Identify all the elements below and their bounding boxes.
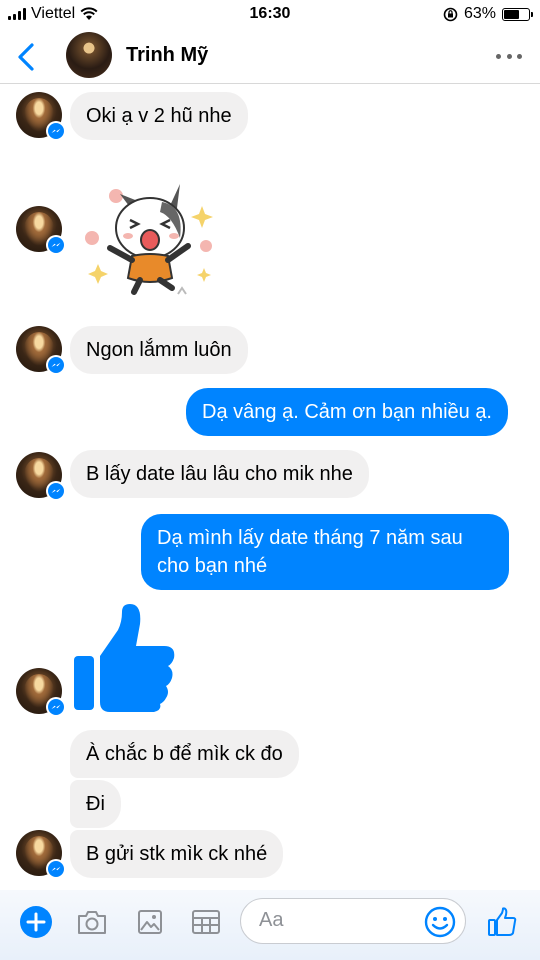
camera-button[interactable] [74,904,110,940]
outgoing-message[interactable]: Dạ mình lấy date tháng 7 năm sau cho bạn… [141,514,509,590]
status-bar: Viettel 16:30 63% [0,0,540,30]
conversation-header: Trinh Mỹ [0,30,540,84]
thumbs-up-icon [488,907,517,936]
sender-avatar[interactable] [16,326,66,375]
messenger-badge-icon [46,355,66,375]
image-icon [138,910,162,934]
chevron-left-icon [18,43,34,71]
emoji-button[interactable] [423,905,457,939]
battery-icon [502,7,533,21]
plus-icon [20,906,52,938]
back-button[interactable] [12,40,42,74]
orientation-lock-icon [443,7,458,21]
gallery-button[interactable] [132,904,168,940]
messenger-badge-icon [46,235,66,255]
messenger-badge-icon [46,697,66,717]
more-options-button[interactable] [496,50,522,62]
grid-icon [192,910,220,934]
contact-name[interactable]: Trinh Mỹ [126,44,208,67]
more-composer-button[interactable] [188,904,224,940]
messenger-badge-icon [46,859,66,879]
messenger-badge-icon [46,481,66,501]
sender-avatar[interactable] [16,92,66,141]
dot-icon [517,53,522,59]
dot-icon [506,53,512,59]
outgoing-message[interactable]: Dạ vâng ạ. Cảm ơn bạn nhiều ạ. [186,388,508,436]
status-right: 63% [443,5,533,23]
incoming-message[interactable]: Đi [70,780,121,828]
camera-icon [78,911,106,934]
sender-avatar[interactable] [16,830,66,879]
battery-percent: 63% [463,5,496,22]
add-button[interactable] [18,904,54,940]
message-input-box[interactable] [240,898,466,944]
incoming-message[interactable]: B gửi stk mìk ck nhé [70,830,284,878]
message-input[interactable] [259,909,409,932]
smiley-icon [424,906,456,938]
battery-level [504,9,520,19]
cat-sticker[interactable] [80,176,220,306]
thumbs-up-icon[interactable] [74,604,176,712]
dot-icon [496,53,501,59]
sender-avatar[interactable] [16,452,66,501]
incoming-message[interactable]: Ngon lắmm luôn [70,326,248,374]
messenger-badge-icon [46,121,66,141]
incoming-message[interactable]: Oki ạ v 2 hũ nhe [70,92,248,140]
contact-avatar[interactable] [66,32,112,78]
message-composer [0,890,540,960]
like-button[interactable] [484,904,520,940]
sender-avatar[interactable] [16,668,66,717]
sender-avatar[interactable] [16,206,66,255]
incoming-message[interactable]: B lấy date lâu lâu cho mik nhe [70,450,369,498]
incoming-message[interactable]: À chắc b để mìk ck đo [70,730,299,778]
